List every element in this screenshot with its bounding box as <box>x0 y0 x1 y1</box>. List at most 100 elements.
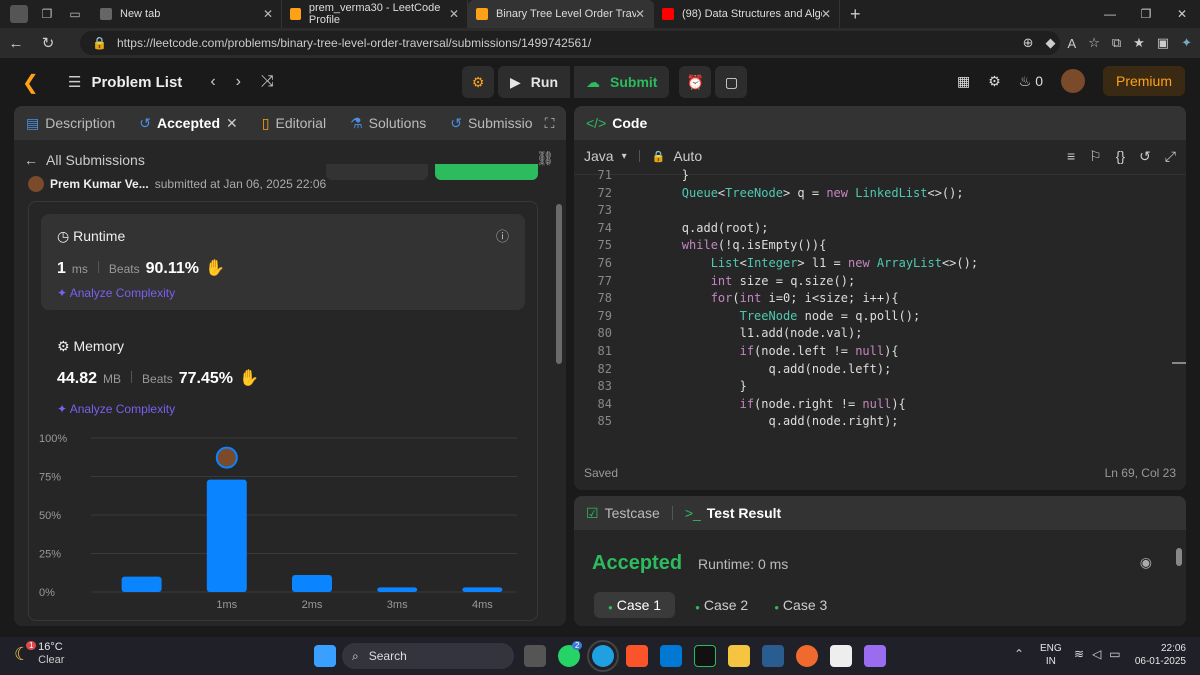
code-line[interactable]: List<Integer> l1 = new ArrayList<>(); <box>624 256 978 270</box>
code-line[interactable]: l1.add(node.val); <box>624 326 863 340</box>
code-line[interactable]: } <box>624 379 747 393</box>
code-line[interactable]: Queue<TreeNode> q = new LinkedList<>(); <box>624 186 964 200</box>
photos-icon[interactable] <box>762 645 784 667</box>
tab-accepted[interactable]: Accepted <box>157 115 220 131</box>
submitter-name[interactable]: Prem Kumar Ve... <box>50 177 149 191</box>
copilot-icon[interactable]: ✦ <box>1181 35 1192 51</box>
copilot-app-icon[interactable] <box>864 645 886 667</box>
read-aloud-icon[interactable]: A <box>1068 36 1077 51</box>
link-icon[interactable]: ⛓ <box>536 150 554 167</box>
extensions-icon[interactable]: ⧉ <box>1112 35 1121 51</box>
task-view-icon[interactable] <box>524 645 546 667</box>
store-icon[interactable] <box>830 645 852 667</box>
language-indicator[interactable]: ENG IN <box>1040 642 1062 668</box>
tab-binary-tree[interactable]: Binary Tree Level Order Traversal - ✕ <box>468 0 654 28</box>
chart-bar[interactable] <box>377 587 418 592</box>
streak-counter[interactable]: ♨ 0 <box>1019 73 1043 90</box>
close-window-icon[interactable]: ✕ <box>1164 0 1200 28</box>
zoom-icon[interactable]: ⊕ <box>1023 35 1034 51</box>
chart-bar[interactable] <box>206 479 247 592</box>
tab-test-result[interactable]: Test Result <box>707 505 781 521</box>
brave-icon[interactable] <box>626 645 648 667</box>
premium-button[interactable]: Premium <box>1102 66 1185 96</box>
code-area[interactable]: 71 } 72 Queue<TreeNode> q = new LinkedLis… <box>574 168 1186 446</box>
analyze-complexity-memory[interactable]: ✦ Analyze Complexity <box>57 402 175 416</box>
tab-solutions[interactable]: Solutions <box>369 115 427 131</box>
case-2-tab[interactable]: ● Case 2 <box>689 592 754 618</box>
system-tray[interactable]: ≋ ◁ ▭ <box>1074 647 1121 661</box>
close-tab-icon[interactable]: ✕ <box>635 7 645 21</box>
new-tab-button[interactable]: + <box>850 4 861 25</box>
expand-icon[interactable]: ⛶ <box>545 115 555 132</box>
layout-grid-icon[interactable]: ▦ <box>957 73 970 90</box>
weather-widget[interactable]: ☾ 1 16°C Clear <box>14 641 64 667</box>
notes-button[interactable]: ▢ <box>715 66 748 98</box>
reset-icon[interactable]: ↺ <box>1139 148 1151 165</box>
tab-actions-icon[interactable]: ▭ <box>66 5 84 23</box>
windows-start-icon[interactable] <box>314 645 336 667</box>
close-tab-icon[interactable]: ✕ <box>821 7 831 21</box>
language-select[interactable]: Java <box>584 148 614 164</box>
next-problem-icon[interactable]: › <box>236 73 241 91</box>
url-field[interactable]: 🔒 https://leetcode.com/problems/binary-t… <box>80 31 1060 55</box>
code-line[interactable]: q.add(root); <box>624 221 769 235</box>
submit-button[interactable]: ☁ Submit <box>574 66 670 98</box>
favorites-icon[interactable]: ★ <box>1133 35 1145 51</box>
case-1-tab[interactable]: ● Case 1 <box>594 592 676 618</box>
code-line[interactable]: } <box>624 168 689 182</box>
taskbar-search[interactable]: ⌕ Search <box>342 643 514 669</box>
chart-bar[interactable] <box>462 587 503 592</box>
solution-button-partial[interactable] <box>435 164 538 180</box>
runtime-card[interactable]: ◷ Runtime ⓘ 1 ms Beats 90.11% ✋ ✦ Analyz… <box>41 214 525 310</box>
info-icon[interactable]: ⓘ <box>496 226 509 245</box>
code-line[interactable]: for(int i=0; i<size; i++){ <box>624 291 899 305</box>
refresh-icon[interactable]: ↻ <box>32 34 64 52</box>
fullscreen-icon[interactable]: ⤢ <box>1165 148 1176 165</box>
autocomplete-mode[interactable]: Auto <box>673 148 702 164</box>
editorial-button-partial[interactable] <box>326 164 428 180</box>
left-scrollbar[interactable] <box>556 204 562 364</box>
terminal-app-icon[interactable] <box>694 645 716 667</box>
analyze-complexity-runtime[interactable]: ✦ Analyze Complexity <box>57 286 175 300</box>
result-scrollbar[interactable] <box>1176 548 1182 566</box>
minimize-icon[interactable]: — <box>1092 0 1128 28</box>
tray-chevron-icon[interactable]: ⌃ <box>1014 647 1024 661</box>
tab-testcase[interactable]: Testcase <box>605 505 660 521</box>
code-line[interactable]: int size = q.size(); <box>624 274 856 288</box>
timer-button[interactable]: ⏰ <box>679 66 712 98</box>
clock[interactable]: 22:06 06-01-2025 <box>1135 642 1186 668</box>
tab-description[interactable]: Description <box>45 115 115 131</box>
problem-list-button[interactable]: ☰ Problem List <box>68 73 182 92</box>
braces-icon[interactable]: {} <box>1116 148 1125 165</box>
close-tab-icon[interactable]: ✕ <box>263 7 273 21</box>
collections-icon[interactable]: ▣ <box>1157 35 1169 51</box>
case-3-tab[interactable]: ● Case 3 <box>768 592 833 618</box>
user-avatar[interactable] <box>1060 69 1085 93</box>
close-tab-icon[interactable]: ✕ <box>449 7 459 21</box>
tag-icon[interactable]: ◆ <box>1046 35 1056 51</box>
profile-icon[interactable] <box>10 5 28 23</box>
format-icon[interactable]: ≡ <box>1067 148 1075 165</box>
back-icon[interactable]: ← <box>0 35 32 52</box>
leetcode-logo-icon[interactable]: ❮ <box>22 70 46 94</box>
code-line[interactable]: TreeNode node = q.poll(); <box>624 309 921 323</box>
workspaces-icon[interactable]: ❐ <box>38 5 56 23</box>
app-orange-icon[interactable] <box>796 645 818 667</box>
editor-scrollbar[interactable] <box>1172 362 1186 364</box>
all-submissions-link[interactable]: ← All Submissions <box>24 152 145 168</box>
settings-gear-icon[interactable]: ⚙ <box>988 73 1001 90</box>
code-line[interactable]: q.add(node.left); <box>624 362 891 376</box>
code-line[interactable]: if(node.left != null){ <box>624 344 899 358</box>
code-line[interactable]: if(node.right != null){ <box>624 397 906 411</box>
code-line[interactable]: q.add(node.right); <box>624 414 898 428</box>
chart-bar[interactable] <box>292 575 332 592</box>
file-explorer-icon[interactable] <box>728 645 750 667</box>
tab-editorial[interactable]: Editorial <box>275 115 326 131</box>
run-button[interactable]: ▶ Run <box>498 66 570 98</box>
bookmark-icon[interactable]: ⚐ <box>1089 148 1102 165</box>
random-problem-icon[interactable]: ⤨ <box>261 73 274 91</box>
prev-problem-icon[interactable]: ‹ <box>210 73 215 91</box>
eye-icon[interactable]: ◉ <box>1140 554 1152 571</box>
debug-button[interactable]: ⚙ <box>462 66 494 98</box>
tab-leetcode-profile[interactable]: prem_verma30 - LeetCode Profile ✕ <box>282 0 468 28</box>
